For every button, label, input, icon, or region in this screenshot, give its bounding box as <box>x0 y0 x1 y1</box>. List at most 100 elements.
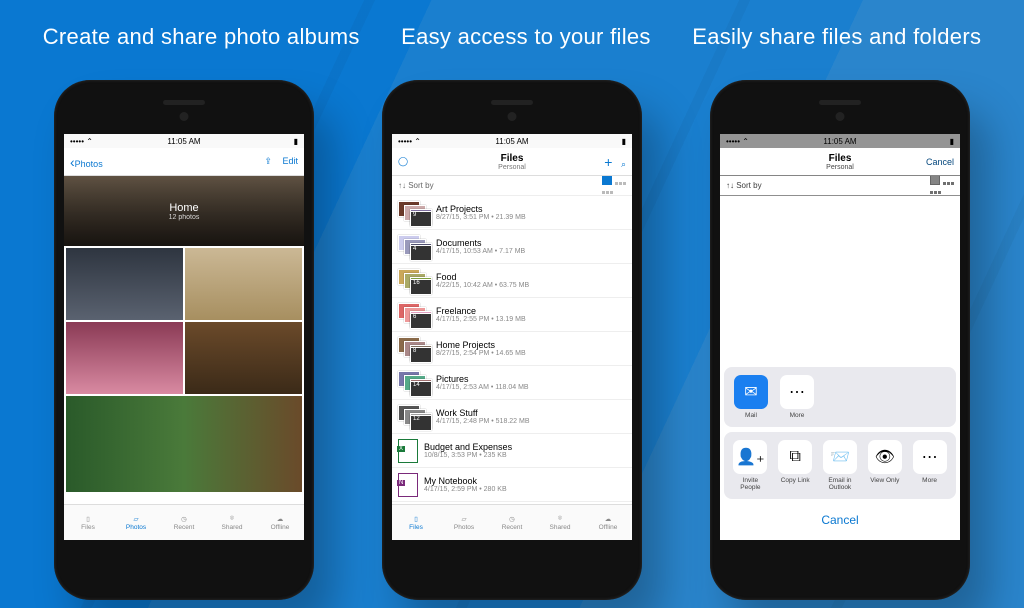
tab-photos[interactable]: ▱Photos <box>112 505 160 540</box>
list-item[interactable]: 4 Documents4/17/15, 10:53 AM • 7.17 MB <box>392 230 632 264</box>
search-icon[interactable]: ⌕ <box>621 159 626 169</box>
recent-icon: ◷ <box>181 515 187 523</box>
caption-1: Create and share photo albums <box>43 24 360 50</box>
count-badge: 14 <box>410 381 432 397</box>
list-item[interactable]: N My Notebook4/17/15, 2:59 PM • 280 KB <box>392 468 632 502</box>
item-name: My Notebook <box>424 476 507 486</box>
tab-files[interactable]: ▯Files <box>392 505 440 540</box>
view-list-icon[interactable] <box>602 175 612 185</box>
status-bar: ••••• ⌃ 11:05 AM ▮ <box>392 134 632 148</box>
item-meta: 4/17/15, 2:53 AM • 118.04 MB <box>436 384 529 391</box>
item-meta: 4/17/15, 2:59 PM • 280 KB <box>424 486 507 493</box>
file-icon: N <box>398 473 418 497</box>
item-meta: 4/17/15, 2:55 PM • 13.19 MB <box>436 316 526 323</box>
photo-tile[interactable] <box>66 248 183 320</box>
list-item[interactable]: 16Food4/22/15, 10:42 AM • 63.75 MB <box>392 264 632 298</box>
tab-bar: ▯Files▱Photos◷Recent⌾Shared☁Offline <box>392 504 632 540</box>
app-icon: 📨 <box>823 440 857 474</box>
page-title: Files <box>720 153 960 164</box>
share-option-invite-people[interactable]: 👤₊Invite People <box>732 440 769 491</box>
folder-thumb: 9 <box>398 201 430 225</box>
status-bar: ••••• ⌃ 11:05 AM ▮ <box>720 134 960 148</box>
share-option-email-in-outlook[interactable]: 📨Email in Outlook <box>822 440 859 491</box>
edit-button[interactable]: Edit <box>282 156 298 166</box>
photos-icon: ▱ <box>462 515 467 523</box>
page-subtitle: Personal <box>392 164 632 171</box>
page-subtitle: Personal <box>720 164 960 171</box>
item-name: Food <box>436 272 529 282</box>
share-sheet: ✉Mail⋯More 👤₊Invite People⧉Copy Link📨Ema… <box>724 367 956 536</box>
cancel-button[interactable]: Cancel <box>724 504 956 536</box>
tab-recent[interactable]: ◷Recent <box>488 505 536 540</box>
folder-thumb: 12 <box>398 405 430 429</box>
file-icon: X <box>398 439 418 463</box>
sort-button[interactable]: ↑↓ Sort by <box>398 181 434 190</box>
share-option-mail[interactable]: ✉Mail <box>732 375 770 419</box>
tab-files[interactable]: ▯Files <box>64 505 112 540</box>
count-badge: 6 <box>410 313 432 329</box>
list-item[interactable]: 12Work Stuff4/17/15, 2:48 PM • 518.22 MB <box>392 400 632 434</box>
back-button[interactable]: ‹Photos <box>70 154 103 170</box>
add-button[interactable]: + <box>604 154 612 170</box>
phone-photos: ••••• ⌃ 11:05 AM ▮ ‹Photos ⇪ Edit Home 1… <box>54 80 314 600</box>
app-icon: 👤₊ <box>733 440 767 474</box>
tab-photos[interactable]: ▱Photos <box>440 505 488 540</box>
list-item[interactable]: 9 Art Projects8/27/15, 3:51 PM • 21.39 MB <box>392 196 632 230</box>
list-item[interactable]: XBudget and Expenses10/8/15, 3:53 PM • 2… <box>392 434 632 468</box>
album-hero[interactable]: Home 12 photos <box>64 176 304 246</box>
share-option-view-only[interactable]: 👁View Only <box>866 440 903 491</box>
item-meta: 8/27/15, 3:51 PM • 21.39 MB <box>436 214 526 221</box>
item-name: Freelance <box>436 306 526 316</box>
folder-thumb: 16 <box>398 269 430 293</box>
item-name: Art Projects <box>436 204 526 214</box>
tab-offline[interactable]: ☁Offline <box>256 505 304 540</box>
caption-3: Easily share files and folders <box>692 24 981 50</box>
view-list-icon[interactable] <box>930 175 940 185</box>
photo-tile[interactable] <box>66 322 183 394</box>
phone-files: ••••• ⌃ 11:05 AM ▮ ◯ Files Personal + ⌕ … <box>382 80 642 600</box>
list-item[interactable]: 14Pictures4/17/15, 2:53 AM • 118.04 MB <box>392 366 632 400</box>
tab-offline[interactable]: ☁Offline <box>584 505 632 540</box>
folder-thumb: 6 <box>398 303 430 327</box>
share-option-copy-link[interactable]: ⧉Copy Link <box>777 440 814 491</box>
share-option-more[interactable]: ⋯More <box>778 375 816 419</box>
app-icon: ⋯ <box>913 440 947 474</box>
nav-bar: Files Personal Cancel <box>720 148 960 176</box>
item-name: Home Projects <box>436 340 526 350</box>
photo-tile[interactable] <box>66 396 302 492</box>
sort-button[interactable]: ↑↓ Sort by <box>726 181 762 190</box>
tab-bar: ▯Files▱Photos◷Recent⌾Shared☁Offline <box>64 504 304 540</box>
album-count: 12 photos <box>169 214 200 221</box>
app-icon: 👁 <box>868 440 902 474</box>
tab-shared[interactable]: ⌾Shared <box>208 505 256 540</box>
tab-shared[interactable]: ⌾Shared <box>536 505 584 540</box>
item-meta: 8/27/15, 2:54 PM • 14.65 MB <box>436 350 526 357</box>
share-option-more[interactable]: ⋯More <box>911 440 948 491</box>
tab-recent[interactable]: ◷Recent <box>160 505 208 540</box>
share-icon[interactable]: ⇪ <box>264 156 272 166</box>
nav-bar: ‹Photos ⇪ Edit <box>64 148 304 176</box>
app-icon: ✉ <box>734 375 768 409</box>
list-item[interactable]: 6 Freelance4/17/15, 2:55 PM • 13.19 MB <box>392 298 632 332</box>
account-icon[interactable]: ◯ <box>398 156 408 167</box>
folder-thumb: 14 <box>398 371 430 395</box>
photo-tile[interactable] <box>185 322 302 394</box>
cancel-nav-button[interactable]: Cancel <box>926 157 954 167</box>
count-badge: 8 <box>410 347 432 363</box>
item-meta: 4/17/15, 2:48 PM • 518.22 MB <box>436 418 530 425</box>
item-name: Budget and Expenses <box>424 442 512 452</box>
photo-tile[interactable] <box>185 248 302 320</box>
caption-2: Easy access to your files <box>401 24 651 50</box>
nav-bar: ◯ Files Personal + ⌕ <box>392 148 632 176</box>
count-badge: 12 <box>410 415 432 431</box>
app-icon: ⧉ <box>778 440 812 474</box>
shared-icon: ⌾ <box>558 515 562 523</box>
item-name: Documents <box>436 238 525 248</box>
list-item[interactable]: 8 Home Projects8/27/15, 2:54 PM • 14.65 M… <box>392 332 632 366</box>
item-meta: 4/17/15, 10:53 AM • 7.17 MB <box>436 248 525 255</box>
files-icon: ▯ <box>414 515 418 523</box>
app-icon: ⋯ <box>780 375 814 409</box>
folder-thumb: 4 <box>398 235 430 259</box>
page-title: Files <box>392 153 632 164</box>
clock: 11:05 AM <box>720 137 960 146</box>
